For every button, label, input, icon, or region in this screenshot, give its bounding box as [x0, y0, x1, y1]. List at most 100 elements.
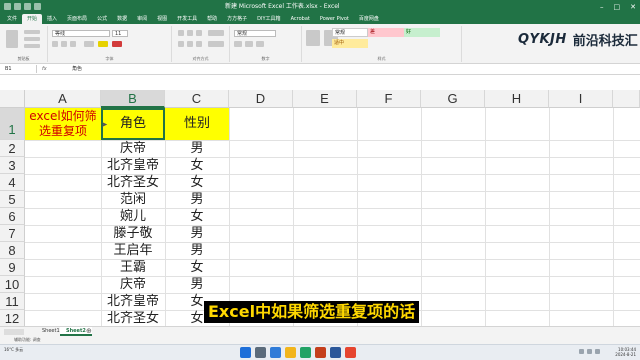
merge-center-icon[interactable]	[208, 41, 224, 47]
cell-b4[interactable]: 北齐圣女	[101, 174, 165, 191]
cell-c4[interactable]: 女	[165, 174, 229, 191]
underline-icon[interactable]	[70, 41, 76, 47]
cell-b7[interactable]: 滕子敬	[101, 225, 165, 242]
cell-c6[interactable]: 女	[165, 208, 229, 225]
column-header-g[interactable]: G	[421, 90, 485, 108]
cell-c8[interactable]: 男	[165, 242, 229, 259]
align-right-icon[interactable]	[196, 41, 202, 47]
column-header-f[interactable]: F	[357, 90, 421, 108]
fill-color-icon[interactable]	[98, 41, 108, 47]
tab-insert[interactable]: 插入	[42, 14, 62, 24]
comma-icon[interactable]	[256, 41, 264, 47]
tab-ffgz[interactable]: 方方格子	[222, 14, 252, 24]
cell-c7[interactable]: 男	[165, 225, 229, 242]
volume-icon[interactable]	[587, 349, 592, 354]
cell-c9[interactable]: 女	[165, 259, 229, 276]
tab-help[interactable]: 帮助	[202, 14, 222, 24]
tab-diy-toolbox[interactable]: DIY工具箱	[252, 14, 285, 24]
row-header-5[interactable]: 5	[0, 191, 25, 208]
formula-input[interactable]: 角色	[72, 64, 82, 74]
conditional-format-icon[interactable]	[306, 30, 320, 46]
border-icon[interactable]	[84, 41, 94, 47]
cell-b3[interactable]: 北齐皇帝	[101, 157, 165, 174]
cell-c3[interactable]: 女	[165, 157, 229, 174]
style-bad[interactable]: 差	[368, 28, 404, 37]
row-header-4[interactable]: 4	[0, 174, 25, 191]
column-header-j[interactable]	[613, 90, 640, 108]
cell-b12[interactable]: 北齐圣女	[101, 310, 165, 326]
app-icon[interactable]	[345, 347, 356, 358]
edge-icon[interactable]	[270, 347, 281, 358]
autosave-icon[interactable]	[4, 3, 11, 10]
tab-power-pivot[interactable]: Power Pivot	[315, 14, 354, 24]
row-header-10[interactable]: 10	[0, 276, 25, 293]
row-header-6[interactable]: 6	[0, 208, 25, 225]
column-header-c[interactable]: C	[165, 90, 229, 108]
bold-icon[interactable]	[52, 41, 58, 47]
select-all-button[interactable]	[0, 90, 25, 108]
redo-icon[interactable]	[34, 3, 41, 10]
paste-icon[interactable]	[6, 30, 18, 48]
powerpoint-icon[interactable]	[315, 347, 326, 358]
tab-developer[interactable]: 开发工具	[172, 14, 202, 24]
tab-page-layout[interactable]: 页面布局	[62, 14, 92, 24]
column-header-d[interactable]: D	[229, 90, 293, 108]
row-header-7[interactable]: 7	[0, 225, 25, 242]
name-box[interactable]: B1	[3, 65, 37, 73]
row-header-1[interactable]: 1	[0, 108, 25, 140]
row-header-3[interactable]: 3	[0, 157, 25, 174]
row-header-2[interactable]: 2	[0, 140, 25, 157]
column-header-b[interactable]: B	[101, 90, 165, 108]
align-middle-icon[interactable]	[187, 30, 193, 36]
taskbar-clock[interactable]: 10:03:44 2024-8-21	[615, 347, 636, 357]
copy-icon[interactable]	[24, 37, 40, 41]
search-icon[interactable]	[255, 347, 266, 358]
italic-icon[interactable]	[61, 41, 67, 47]
maximize-icon[interactable]: □	[614, 0, 621, 14]
column-header-h[interactable]: H	[485, 90, 549, 108]
cell-c1[interactable]: 性别	[165, 108, 229, 140]
tab-data[interactable]: 数据	[112, 14, 132, 24]
row-header-11[interactable]: 11	[0, 293, 25, 310]
cell-b11[interactable]: 北齐皇帝	[101, 293, 165, 310]
font-color-icon[interactable]	[112, 41, 122, 47]
format-painter-icon[interactable]	[24, 44, 40, 48]
minimize-icon[interactable]: –	[600, 0, 604, 14]
excel-icon[interactable]	[300, 347, 311, 358]
align-top-icon[interactable]	[178, 30, 184, 36]
wrap-text-icon[interactable]	[208, 30, 224, 36]
wifi-icon[interactable]	[579, 349, 584, 354]
tab-formulas[interactable]: 公式	[92, 14, 112, 24]
column-header-a[interactable]: A	[25, 90, 101, 108]
accessibility-status[interactable]: 辅助功能: 调查	[14, 336, 41, 344]
folder-icon[interactable]	[285, 347, 296, 358]
cell-b5[interactable]: 范闲	[101, 191, 165, 208]
row-header-8[interactable]: 8	[0, 242, 25, 259]
cell-c10[interactable]: 男	[165, 276, 229, 293]
row-header-12[interactable]: 12	[0, 310, 25, 326]
align-left-icon[interactable]	[178, 41, 184, 47]
tab-review[interactable]: 审阅	[132, 14, 152, 24]
number-format-select[interactable]: 常规	[234, 30, 276, 37]
cell-c2[interactable]: 男	[165, 140, 229, 157]
align-bottom-icon[interactable]	[196, 30, 202, 36]
font-name-select[interactable]: 等线	[52, 30, 110, 37]
sheet-nav-arrows[interactable]	[4, 329, 24, 335]
add-sheet-icon[interactable]: ⊕	[86, 327, 92, 336]
cut-icon[interactable]	[24, 30, 40, 34]
cell-a1[interactable]: excel如何筛选重复项	[25, 108, 101, 140]
close-icon[interactable]: ✕	[630, 0, 636, 14]
style-neutral[interactable]: 适中	[332, 39, 368, 48]
style-normal[interactable]: 常规	[332, 28, 368, 37]
cell-b2[interactable]: 庆帝	[101, 140, 165, 157]
battery-icon[interactable]	[595, 349, 600, 354]
undo-icon[interactable]	[24, 3, 31, 10]
cell-b8[interactable]: 王启年	[101, 242, 165, 259]
row-header-9[interactable]: 9	[0, 259, 25, 276]
tab-home[interactable]: 开始	[22, 14, 43, 24]
start-icon[interactable]	[240, 347, 251, 358]
word-icon[interactable]	[330, 347, 341, 358]
font-size-select[interactable]: 11	[112, 30, 128, 37]
tab-acrobat[interactable]: Acrobat	[286, 14, 315, 24]
align-center-icon[interactable]	[187, 41, 193, 47]
